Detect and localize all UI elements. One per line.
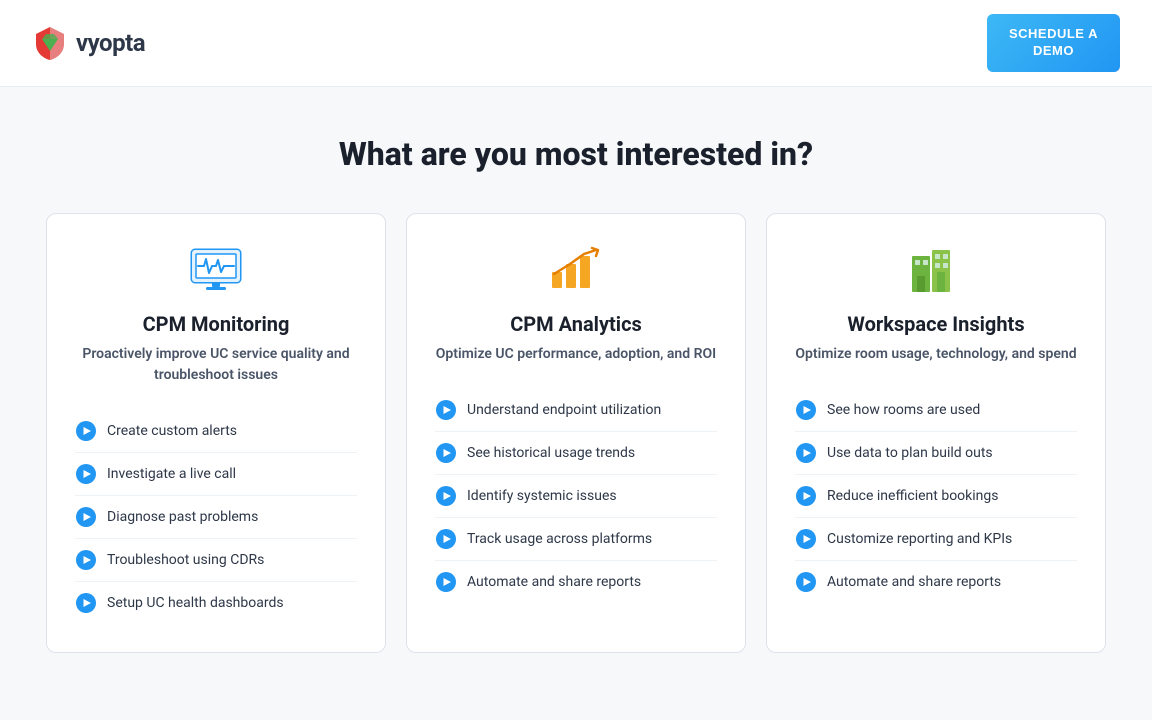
- card-cpm-analytics: CPM Analytics Optimize UC performance, a…: [406, 213, 746, 653]
- feature-item[interactable]: Automate and share reports: [435, 561, 717, 603]
- feature-label: Investigate a live call: [107, 466, 236, 482]
- feature-label: Troubleshoot using CDRs: [107, 552, 264, 568]
- workspace-icon: [910, 246, 962, 294]
- card-title-monitoring: CPM Monitoring: [75, 312, 357, 336]
- play-circle-icon: [435, 442, 457, 464]
- feature-item[interactable]: See historical usage trends: [435, 432, 717, 475]
- feature-item[interactable]: Create custom alerts: [75, 410, 357, 453]
- play-circle-icon: [75, 506, 97, 528]
- card-workspace-insights: Workspace Insights Optimize room usage, …: [766, 213, 1106, 653]
- schedule-demo-button[interactable]: SCHEDULE ADEMO: [987, 14, 1120, 72]
- feature-label: Automate and share reports: [827, 574, 1001, 590]
- play-circle-icon: [795, 528, 817, 550]
- play-circle-icon: [435, 528, 457, 550]
- play-circle-icon: [435, 399, 457, 421]
- analytics-icon: [548, 246, 604, 294]
- card-cpm-monitoring: CPM Monitoring Proactively improve UC se…: [46, 213, 386, 653]
- feature-label: Create custom alerts: [107, 423, 237, 439]
- feature-item[interactable]: Use data to plan build outs: [795, 432, 1077, 475]
- play-circle-icon: [75, 549, 97, 571]
- feature-item[interactable]: Investigate a live call: [75, 453, 357, 496]
- card-icon-wrapper-workspace: [795, 246, 1077, 294]
- page-title: What are you most interested in?: [40, 135, 1112, 173]
- card-title-workspace: Workspace Insights: [795, 312, 1077, 336]
- site-header: vyopta SCHEDULE ADEMO: [0, 0, 1152, 87]
- feature-label: See how rooms are used: [827, 402, 980, 418]
- feature-label: Setup UC health dashboards: [107, 595, 284, 611]
- feature-label: Automate and share reports: [467, 574, 641, 590]
- feature-list-analytics: Understand endpoint utilization See hist…: [435, 389, 717, 603]
- vyopta-logo-icon: [32, 25, 68, 61]
- logo: vyopta: [32, 25, 145, 61]
- play-circle-icon: [75, 592, 97, 614]
- card-subtitle-analytics: Optimize UC performance, adoption, and R…: [435, 344, 717, 365]
- feature-label: Understand endpoint utilization: [467, 402, 661, 418]
- play-circle-icon: [795, 571, 817, 593]
- feature-label: See historical usage trends: [467, 445, 635, 461]
- play-circle-icon: [75, 463, 97, 485]
- card-icon-wrapper-analytics: [435, 246, 717, 294]
- feature-item[interactable]: Setup UC health dashboards: [75, 582, 357, 624]
- feature-label: Customize reporting and KPIs: [827, 531, 1012, 547]
- main-content: What are you most interested in? CPM Mo: [0, 87, 1152, 693]
- play-circle-icon: [75, 420, 97, 442]
- feature-list-monitoring: Create custom alerts Investigate a live …: [75, 410, 357, 624]
- cards-container: CPM Monitoring Proactively improve UC se…: [40, 213, 1112, 653]
- card-subtitle-workspace: Optimize room usage, technology, and spe…: [795, 344, 1077, 365]
- card-title-analytics: CPM Analytics: [435, 312, 717, 336]
- feature-list-workspace: See how rooms are used Use data to plan …: [795, 389, 1077, 603]
- feature-item[interactable]: Reduce inefficient bookings: [795, 475, 1077, 518]
- feature-label: Identify systemic issues: [467, 488, 617, 504]
- feature-item[interactable]: Track usage across platforms: [435, 518, 717, 561]
- feature-item[interactable]: See how rooms are used: [795, 389, 1077, 432]
- logo-text: vyopta: [76, 29, 145, 57]
- feature-label: Reduce inefficient bookings: [827, 488, 999, 504]
- feature-item[interactable]: Automate and share reports: [795, 561, 1077, 603]
- feature-item[interactable]: Understand endpoint utilization: [435, 389, 717, 432]
- feature-item[interactable]: Customize reporting and KPIs: [795, 518, 1077, 561]
- play-circle-icon: [435, 571, 457, 593]
- play-circle-icon: [795, 442, 817, 464]
- feature-label: Track usage across platforms: [467, 531, 652, 547]
- feature-label: Diagnose past problems: [107, 509, 258, 525]
- feature-item[interactable]: Identify systemic issues: [435, 475, 717, 518]
- card-subtitle-monitoring: Proactively improve UC service quality a…: [75, 344, 357, 386]
- monitor-icon: [188, 246, 244, 294]
- card-icon-wrapper-monitoring: [75, 246, 357, 294]
- feature-item[interactable]: Troubleshoot using CDRs: [75, 539, 357, 582]
- play-circle-icon: [795, 485, 817, 507]
- play-circle-icon: [435, 485, 457, 507]
- feature-item[interactable]: Diagnose past problems: [75, 496, 357, 539]
- play-circle-icon: [795, 399, 817, 421]
- feature-label: Use data to plan build outs: [827, 445, 993, 461]
